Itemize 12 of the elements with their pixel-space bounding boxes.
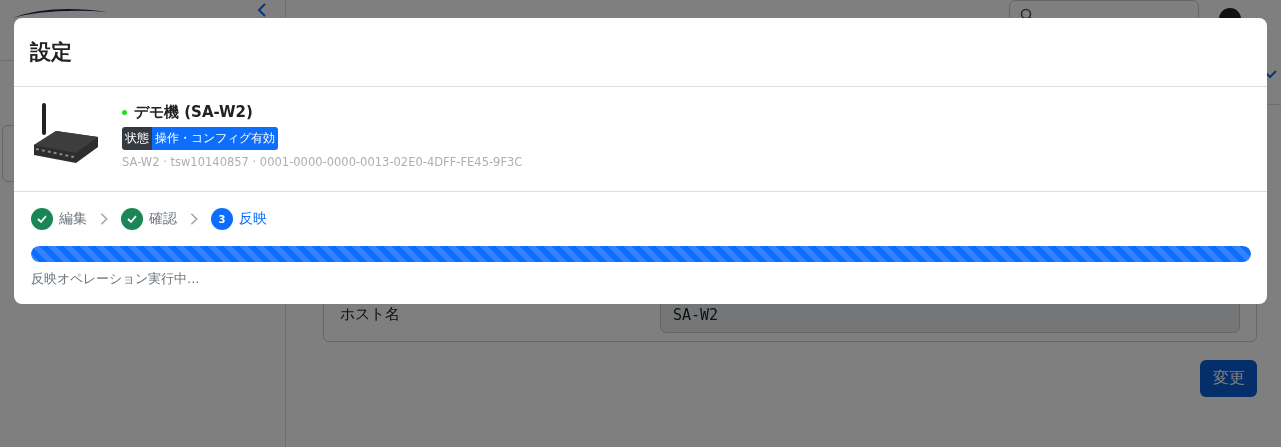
- status-value: 操作・コンフィグ有効: [152, 127, 278, 150]
- step-number: 3: [211, 208, 233, 230]
- status-label: 状態: [122, 127, 152, 150]
- progress-message: 反映オペレーション実行中...: [31, 270, 201, 288]
- dialog-title: 設定: [30, 39, 72, 66]
- step-label: 編集: [59, 210, 87, 228]
- device-name: デモ機 (SA-W2): [134, 103, 253, 122]
- step-label: 確認: [149, 210, 177, 228]
- step-label: 反映: [239, 210, 267, 228]
- change-button[interactable]: 変更: [1200, 360, 1257, 397]
- device-details: SA-W2 · tsw10140857 · 0001-0000-0000-0013-02E0-4DFF-FE45-9F3C: [122, 155, 523, 169]
- field-label: ホスト名: [340, 305, 401, 324]
